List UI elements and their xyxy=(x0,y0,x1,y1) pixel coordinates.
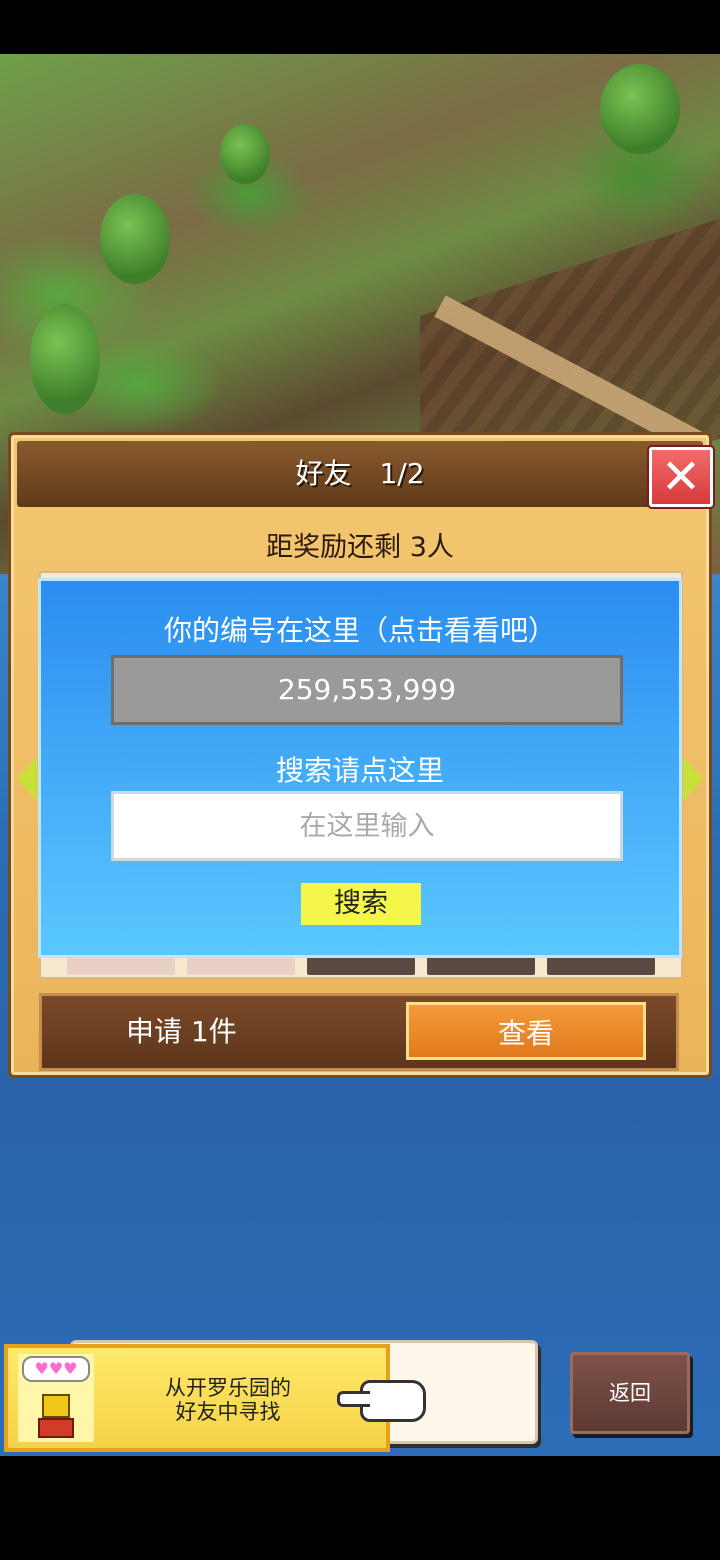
tree xyxy=(30,304,100,414)
prev-page-arrow-icon[interactable] xyxy=(17,757,37,801)
mascot-avatar: ♥♥♥ xyxy=(18,1354,94,1442)
status-bar xyxy=(0,0,720,54)
mascot-head xyxy=(42,1394,70,1418)
view-requests-button[interactable]: 查看 xyxy=(406,1002,646,1060)
search-dialog: 你的编号在这里（点击看看吧） 259,553,999 搜索请点这里 搜索 xyxy=(38,578,682,958)
search-label: 搜索请点这里 xyxy=(275,754,444,787)
close-button[interactable]: ✕ xyxy=(649,447,713,507)
back-button[interactable]: 返回 xyxy=(570,1352,690,1434)
pointing-hand-icon xyxy=(337,1380,426,1422)
tree xyxy=(100,194,170,284)
hint-card[interactable]: ♥♥♥ 从开罗乐园的 好友中寻找 xyxy=(4,1344,390,1452)
my-id-label: 你的编号在这里（点击看看吧） xyxy=(163,614,556,647)
tree xyxy=(220,124,270,184)
search-button[interactable]: 搜索 xyxy=(301,883,421,925)
mascot-body xyxy=(38,1418,74,1438)
my-id-value[interactable]: 259,553,999 xyxy=(111,655,623,725)
navigation-bar xyxy=(0,1456,720,1560)
close-icon: ✕ xyxy=(660,449,702,505)
friend-requests-bar: 申请 1件 查看 xyxy=(39,993,679,1071)
hearts-icon: ♥♥♥ xyxy=(22,1356,90,1382)
tree xyxy=(600,64,680,154)
hint-text: 从开罗乐园的 好友中寻找 xyxy=(165,1376,291,1424)
next-page-arrow-icon[interactable] xyxy=(683,757,703,801)
requests-count: 申请 1件 xyxy=(126,1015,237,1048)
panel-title: 好友 1/2 xyxy=(295,457,425,490)
search-input[interactable] xyxy=(111,791,623,861)
reward-remaining-text: 距奖励还剩 3人 xyxy=(266,532,454,563)
panel-header: 好友 1/2 ✕ xyxy=(17,441,713,507)
